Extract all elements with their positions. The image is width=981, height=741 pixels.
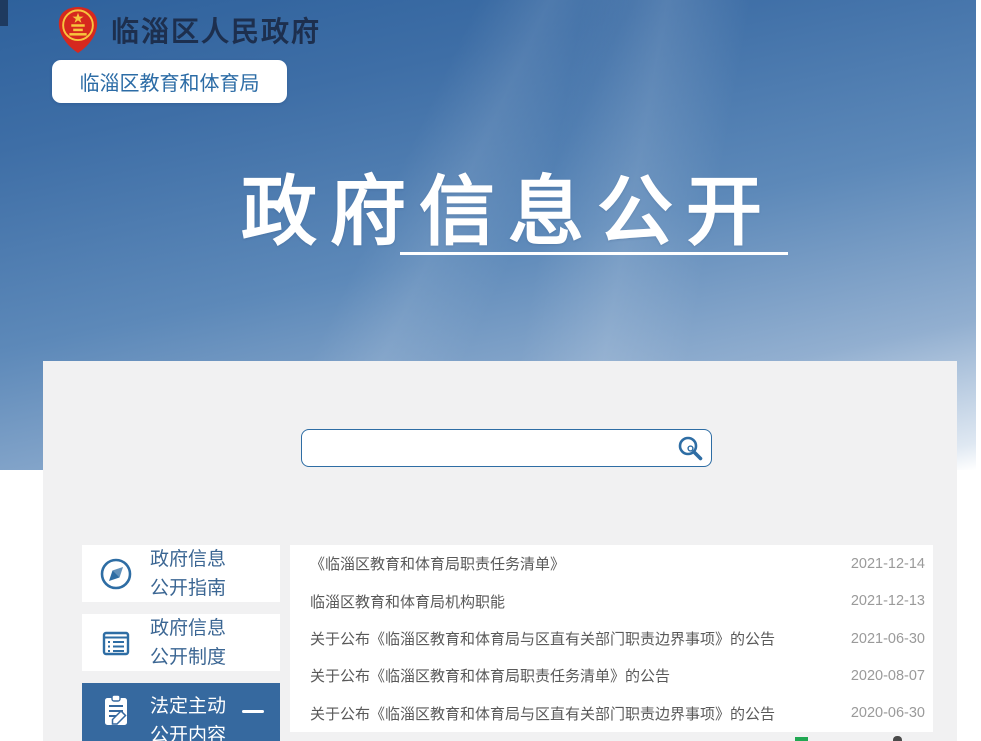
page: 临淄区人民政府 临淄区教育和体育局 政府信息公开 bbox=[0, 0, 981, 741]
article-title[interactable]: 临淄区教育和体育局机构职能 bbox=[310, 591, 505, 612]
article-title[interactable]: 《临淄区教育和体育局职责任务清单》 bbox=[310, 553, 565, 574]
department-button[interactable]: 临淄区教育和体育局 bbox=[52, 60, 287, 103]
article-row[interactable]: 关于公布《临淄区教育和体育局职责任务清单》的公告 2020-08-07 bbox=[290, 657, 933, 694]
sidebar-item-gov-info-system[interactable]: 政府信息 公开制度 bbox=[82, 614, 280, 671]
compass-icon bbox=[98, 556, 134, 592]
site-brand[interactable]: 临淄区人民政府 bbox=[55, 5, 321, 55]
cutoff-green-icon bbox=[795, 737, 808, 741]
article-date: 2021-12-13 bbox=[839, 593, 925, 609]
cutoff-dark-icon bbox=[893, 736, 902, 741]
article-title[interactable]: 关于公布《临淄区教育和体育局与区直有关部门职责边界事项》的公告 bbox=[310, 628, 775, 649]
site-name: 临淄区人民政府 bbox=[111, 10, 321, 50]
search-icon[interactable] bbox=[675, 433, 705, 463]
article-date: 2021-12-14 bbox=[839, 556, 925, 572]
article-title[interactable]: 关于公布《临淄区教育和体育局与区直有关部门职责边界事项》的公告 bbox=[310, 703, 775, 724]
sidebar-item-statutory-disclosure[interactable]: 法定主动 公开内容 bbox=[82, 683, 280, 741]
search-input[interactable] bbox=[302, 430, 675, 466]
article-date: 2020-06-30 bbox=[839, 705, 925, 721]
sidebar-item-label: 法定主动 公开内容 bbox=[150, 692, 226, 741]
article-date: 2021-06-30 bbox=[839, 631, 925, 647]
collapse-minus-icon[interactable] bbox=[242, 710, 264, 713]
clipboard-pencil-icon bbox=[98, 692, 134, 728]
corner-accent bbox=[0, 0, 8, 26]
banner-title-underline bbox=[400, 252, 788, 255]
sidebar-item-gov-info-guide[interactable]: 政府信息 公开指南 bbox=[82, 545, 280, 602]
article-row[interactable]: 临淄区教育和体育局机构职能 2021-12-13 bbox=[290, 582, 933, 619]
banner-title: 政府信息公开 bbox=[0, 150, 976, 260]
article-row[interactable]: 关于公布《临淄区教育和体育局与区直有关部门职责边界事项》的公告 2021-06-… bbox=[290, 620, 933, 657]
sidebar-item-label: 政府信息 公开指南 bbox=[150, 545, 226, 603]
search-bar bbox=[301, 429, 712, 467]
sidebar: 政府信息 公开指南 bbox=[82, 545, 280, 741]
article-row[interactable]: 关于公布《临淄区教育和体育局与区直有关部门职责边界事项》的公告 2020-06-… bbox=[290, 695, 933, 732]
document-list-icon bbox=[98, 625, 134, 661]
sidebar-item-label: 政府信息 公开制度 bbox=[150, 614, 226, 672]
article-title[interactable]: 关于公布《临淄区教育和体育局职责任务清单》的公告 bbox=[310, 665, 670, 686]
content-panel: 政府信息 公开指南 bbox=[43, 361, 957, 741]
article-list: 《临淄区教育和体育局职责任务清单》 2021-12-14 临淄区教育和体育局机构… bbox=[290, 545, 933, 732]
national-emblem-icon bbox=[55, 5, 101, 55]
article-date: 2020-08-07 bbox=[839, 668, 925, 684]
article-row[interactable]: 《临淄区教育和体育局职责任务清单》 2021-12-14 bbox=[290, 545, 933, 582]
